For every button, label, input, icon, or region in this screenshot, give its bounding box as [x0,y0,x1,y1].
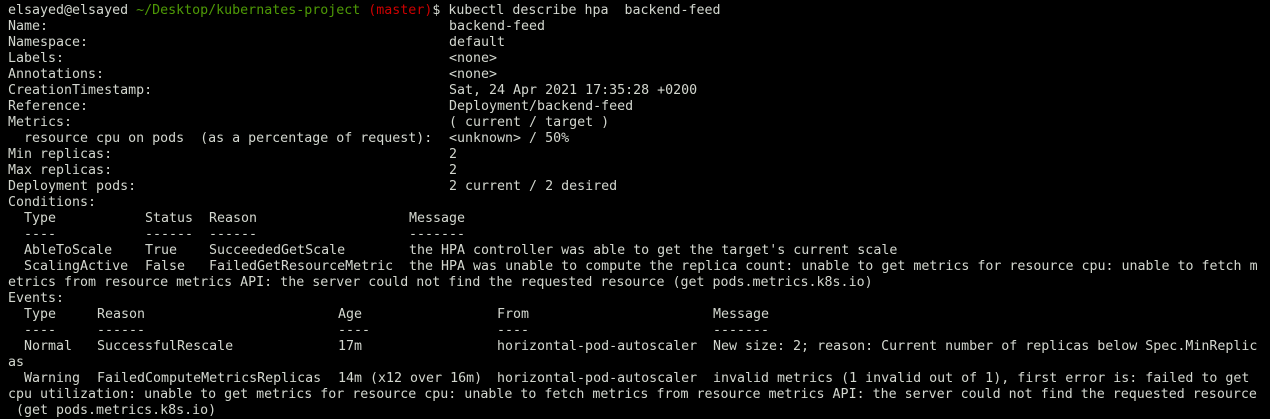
event-row: Warning FailedComputeMetricsReplicas 14m (… [8,371,1270,387]
prompt-command: kubectl describe hpa backend-feed [448,3,721,18]
field-label: Name: [8,19,49,34]
field-value: 2 [449,147,458,162]
field-label: Labels: [8,51,65,66]
conditions-table: Type Status Reason Message ---- ------ ------… [8,211,1270,291]
field-value: <none> [449,51,498,66]
event-cell: Reason [97,307,146,322]
field-label: Reference: [8,99,89,114]
field-value: 2 [449,163,458,178]
event-cell: Age [338,307,363,322]
prompt-symbol: $ [432,3,441,18]
hpa-fields: Name: backend-feed Namespace: default Labels… [8,19,1270,195]
event-cell: FailedComputeMetricsReplicas [97,371,322,386]
field-row: Min replicas: 2 [8,147,1270,163]
condition-cell: Status [145,211,194,226]
field-row: Name: backend-feed [8,19,1270,35]
conditions-divider-row: ---- ------ ------ ------- [8,227,1270,243]
field-label: Max replicas: [8,163,113,178]
event-row-wrap: as [8,355,25,370]
field-row: Namespace: default [8,35,1270,51]
field-label: resource cpu on pods (as a percentage of… [8,131,433,146]
field-row: Deployment pods: 2 current / 2 desired [8,179,1270,195]
field-row: Annotations: <none> [8,67,1270,83]
event-cell: SuccessfulRescale [97,339,234,354]
event-cell: Type [8,307,57,322]
condition-cell: FailedGetResourceMetric [209,259,394,274]
event-cell: horizontal-pod-autoscaler [497,339,698,354]
condition-cell: ------ [209,227,258,242]
event-cell: New size: 2; reason: Current number of r… [713,339,1258,354]
condition-row: ScalingActive False FailedGetResourceMetri… [8,259,1270,275]
condition-cell: the HPA was unable to compute the replic… [409,259,1258,274]
field-label: Annotations: [8,67,105,82]
field-value: Deployment/backend-feed [449,99,634,114]
events-header-row: Type Reason Age From Message [8,307,1270,323]
field-row: Max replicas: 2 [8,163,1270,179]
field-value: backend-feed [449,19,546,34]
event-cell: Normal [8,339,73,354]
terminal-window[interactable]: elsayed@elsayed ~/Desktop/kubernates-pro… [0,0,1270,419]
field-value: <none> [449,67,498,82]
events-divider-row: ---- ------ ---- ---- ------- [8,323,1270,339]
field-row: resource cpu on pods (as a percentage of… [8,131,1270,147]
field-value: default [449,35,506,50]
field-label: CreationTimestamp: [8,83,153,98]
conditions-header-row: Type Status Reason Message [8,211,1270,227]
condition-cell: AbleToScale [8,243,113,258]
condition-cell: Reason [209,211,258,226]
event-row: Normal SuccessfulRescale 17m horizontal-pod… [8,339,1270,355]
field-value: <unknown> / 50% [449,131,570,146]
event-cell: 14m (x12 over 16m) [338,371,483,386]
field-row: CreationTimestamp: Sat, 24 Apr 2021 17:35… [8,83,1270,99]
event-cell: Message [713,307,770,322]
event-row-wrap: (get pods.metrics.k8s.io) [8,403,217,418]
condition-cell: SucceededGetScale [209,243,346,258]
event-cell: ---- [8,323,57,338]
field-value: ( current / target ) [449,115,610,130]
field-row: Reference: Deployment/backend-feed [8,99,1270,115]
condition-cell: False [145,259,186,274]
condition-row-wrap: etrics from resource metrics API: the se… [8,275,873,290]
prompt-path: ~/Desktop/kubernates-project [136,3,361,18]
event-cell: invalid metrics (1 invalid out of 1), fi… [713,371,1250,386]
condition-cell: ------- [409,227,466,242]
field-label: Deployment pods: [8,179,137,194]
conditions-heading: Conditions: [8,195,97,210]
condition-cell: True [145,243,178,258]
event-cell: 17m [338,339,363,354]
prompt-user-host: elsayed@elsayed [8,3,129,18]
condition-cell: ---- [8,227,57,242]
event-cell: From [497,307,530,322]
field-label: Metrics: [8,115,73,130]
event-cell: horizontal-pod-autoscaler [497,371,698,386]
event-cell: ------ [97,323,146,338]
events-heading: Events: [8,291,65,306]
condition-cell: the HPA controller was able to get the t… [409,243,898,258]
condition-cell: ------ [145,227,194,242]
event-cell: ---- [338,323,371,338]
prompt-git-branch: (master) [368,3,433,18]
condition-cell: Message [409,211,466,226]
prompt-line: elsayed@elsayed ~/Desktop/kubernates-pro… [8,3,1270,19]
condition-cell: ScalingActive [8,259,129,274]
event-cell: Warning [8,371,81,386]
event-cell: ------- [713,323,770,338]
field-label: Min replicas: [8,147,113,162]
condition-row: AbleToScale True SucceededGetScale the HPA … [8,243,1270,259]
event-cell: ---- [497,323,530,338]
field-row: Metrics: ( current / target ) [8,115,1270,131]
field-label: Namespace: [8,35,89,50]
condition-cell: Type [8,211,57,226]
events-table: Type Reason Age From Message ---- ------ ---- -… [8,307,1270,419]
field-value: 2 current / 2 desired [449,179,618,194]
field-row: Labels: <none> [8,51,1270,67]
event-row-wrap: cpu utilization: unable to get metrics f… [8,387,1257,402]
field-value: Sat, 24 Apr 2021 17:35:28 +0200 [449,83,698,98]
